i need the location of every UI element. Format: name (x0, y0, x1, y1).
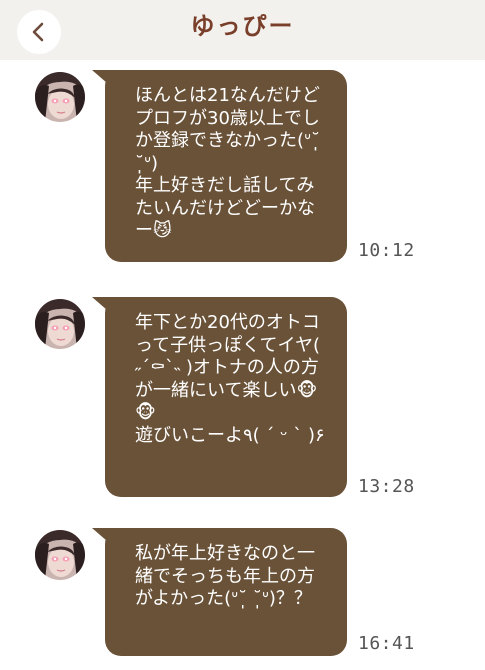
avatar[interactable] (35, 72, 85, 122)
avatar[interactable] (35, 299, 85, 349)
message-bubble: 私が年上好きなのと一緒でそっちも年上の方がよかった(ᐡ˘̩̩̩ ˘̩̩̩ᐡ)？？ (105, 528, 347, 656)
app-header: ゆっぴー (0, 0, 485, 60)
avatar[interactable] (35, 530, 85, 580)
message-time: 16:41 (358, 633, 415, 654)
message-bubble: 年下とか20代のオトコって子供っぽくてイヤ( ˶´⚰︎`˵ )オトナの人の方が一… (105, 297, 347, 497)
message-time: 10:12 (358, 240, 415, 261)
message-time: 13:28 (358, 476, 415, 497)
message-bubble: ほんとは21なんだけどプロフが30歳以上でしか登録できなかった(ᐡ˘̩̩̩ ˘̩… (105, 70, 347, 262)
chat-partner-name: ゆっぴー (190, 12, 295, 40)
